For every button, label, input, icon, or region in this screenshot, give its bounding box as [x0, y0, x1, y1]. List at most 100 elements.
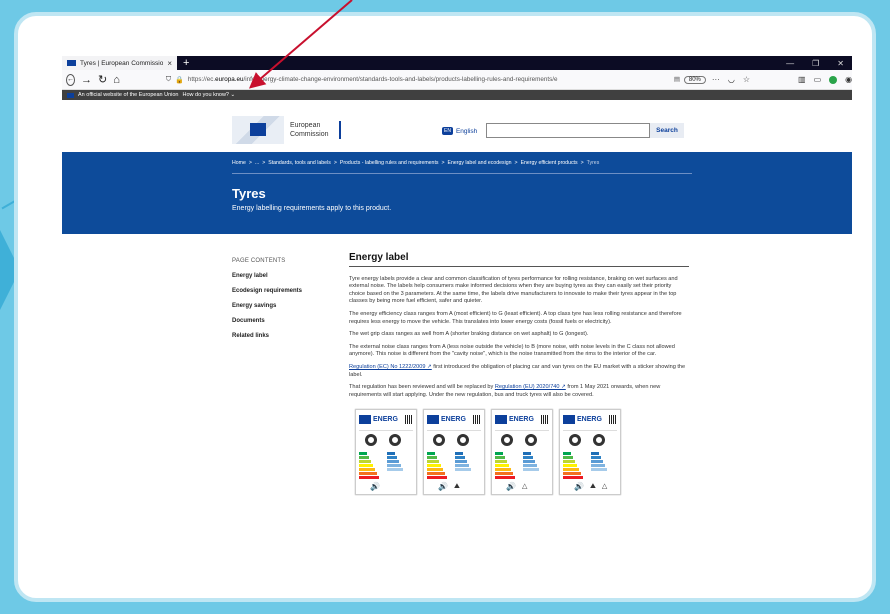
breadcrumb-efficient-products[interactable]: Energy efficient products	[521, 160, 578, 166]
bookmark-star-icon[interactable]: ☆	[743, 75, 750, 84]
energy-label-images: ENERG 🔊 ENERG 🔊 ⛰ ENERG 🔊 △ ENERG 🔊 ⛰ △	[355, 409, 689, 496]
tyre-energy-label-image: ENERG 🔊 ⛰	[423, 409, 485, 496]
speaker-noise-icon: 🔊	[438, 481, 448, 491]
how-do-you-know-link[interactable]: How do you know? ⌄	[183, 92, 236, 98]
url-text[interactable]: https://ec.europa.eu/info/energy-climate…	[188, 76, 670, 83]
label-brand: ENERG	[373, 415, 398, 423]
wet-tyre-icon	[593, 434, 605, 447]
snow-mountain-icon: ⛰	[589, 482, 596, 490]
page-title: Tyres	[232, 186, 266, 201]
speaker-noise-icon: 🔊	[574, 481, 584, 491]
breadcrumb-energy-label[interactable]: Energy label and ecodesign	[448, 160, 512, 166]
logo-line2: Commission	[290, 131, 329, 138]
speaker-noise-icon: 🔊	[370, 481, 380, 491]
nav-item-ecodesign[interactable]: Ecodesign requirements	[232, 288, 302, 294]
nav-item-related-links[interactable]: Related links	[232, 333, 302, 339]
reload-icon[interactable]: ↻	[98, 73, 107, 86]
toolbar-right: ··· ◡ ☆ ▥ ▭ ◉	[712, 75, 852, 84]
eu-flag-icon	[495, 414, 507, 424]
regulation-1222-link[interactable]: Regulation (EC) No 1222/2009 ↗	[349, 364, 432, 370]
tyre-energy-label-image: ENERG 🔊	[355, 409, 417, 496]
more-icon[interactable]: ···	[712, 75, 720, 84]
qr-code-icon	[405, 414, 413, 424]
qr-code-icon	[473, 414, 481, 424]
regulation-2020-740-link[interactable]: Regulation (EU) 2020/740 ↗	[495, 384, 566, 390]
home-icon[interactable]: ⌂	[113, 74, 120, 86]
paragraph: Regulation (EC) No 1222/2009 ↗ first int…	[349, 364, 689, 379]
nav-item-energy-savings[interactable]: Energy savings	[232, 303, 302, 309]
search-form: Search	[486, 123, 684, 138]
nav-bar: ← → ↻ ⌂ ⛉ 🔒 https://ec.europa.eu/info/en…	[62, 70, 852, 90]
breadcrumb-divider	[232, 173, 692, 174]
new-tab-button[interactable]: +	[177, 56, 195, 70]
label-brand: ENERG	[441, 415, 466, 423]
page-banner: Home > ... > Standards, tools and labels…	[62, 152, 852, 234]
account-icon[interactable]: ◉	[845, 75, 852, 84]
main-article: Energy label Tyre energy labels provide …	[349, 253, 689, 496]
wet-tyre-icon	[389, 434, 401, 447]
breadcrumb-ellipsis[interactable]: ...	[255, 160, 259, 166]
breadcrumb-sep: >	[333, 160, 337, 166]
breadcrumb-standards[interactable]: Standards, tools and labels	[268, 160, 331, 166]
extension-check-icon[interactable]	[829, 75, 838, 84]
eu-flag-icon	[67, 92, 74, 98]
url-domain: europa.eu	[215, 76, 244, 83]
site-header: European Commission EN English Search	[62, 100, 852, 152]
tab-title: Tyres | European Commission	[80, 59, 164, 67]
search-button[interactable]: Search	[650, 123, 684, 138]
url-prefix: https://ec.	[187, 76, 216, 83]
snow-mountain-icon: ⛰	[453, 482, 460, 490]
breadcrumb-sep: >	[580, 160, 584, 166]
language-selector[interactable]: EN English	[442, 127, 477, 135]
eu-official-bar: An official website of the European Unio…	[62, 90, 852, 100]
shield-icon: ⛉	[165, 75, 172, 83]
paragraph: The wet grip class ranges as well from A…	[349, 331, 589, 338]
pocket-icon[interactable]: ◡	[728, 75, 735, 84]
eu-flag-icon	[67, 60, 76, 66]
url-path: /info/energy-climate-change-environment/…	[243, 76, 558, 83]
wet-tyre-icon	[525, 434, 537, 447]
sidebar-icon[interactable]: ▭	[814, 75, 822, 84]
back-arrow-icon[interactable]: ←	[66, 73, 75, 86]
browser-window: Tyres | European Commission × + — ❐ ✕ ← …	[62, 56, 852, 576]
page-content: PAGE CONTENTS Energy label Ecodesign req…	[62, 234, 852, 574]
logo-line1: European	[290, 122, 321, 129]
breadcrumb-home[interactable]: Home	[232, 160, 246, 166]
section-title: Energy label	[349, 253, 689, 267]
tyre-icon	[569, 434, 581, 447]
tyre-energy-label-image: ENERG 🔊 △	[491, 409, 553, 496]
tab-close-icon[interactable]: ×	[167, 59, 172, 68]
search-input[interactable]	[486, 123, 650, 138]
minimize-button[interactable]: —	[786, 59, 794, 68]
window-controls: — ❐ ✕	[786, 56, 852, 70]
browser-tab[interactable]: Tyres | European Commission ×	[62, 56, 177, 70]
url-bar[interactable]: ⛉ 🔒 https://ec.europa.eu/info/energy-cli…	[166, 73, 706, 87]
breadcrumb-sep: >	[248, 160, 252, 166]
zoom-level[interactable]: 80%	[683, 75, 706, 84]
label-brand: ENERG	[509, 415, 534, 423]
eu-flag-icon	[427, 414, 439, 424]
page-contents-nav: PAGE CONTENTS Energy label Ecodesign req…	[232, 258, 302, 348]
tyre-icon	[501, 434, 513, 447]
breadcrumb: Home > ... > Standards, tools and labels…	[232, 160, 599, 166]
eu-flag-icon	[250, 123, 266, 136]
paragraph: That regulation has been reviewed and wi…	[349, 384, 689, 399]
tyre-icon	[365, 434, 377, 447]
language-label: English	[455, 127, 478, 135]
maximize-button[interactable]: ❐	[812, 59, 819, 68]
logo-text: European Commission	[290, 121, 329, 139]
breadcrumb-products[interactable]: Products - labelling rules and requireme…	[340, 160, 439, 166]
eu-flag-icon	[563, 414, 575, 424]
ec-logo[interactable]: European Commission	[232, 116, 341, 144]
nav-item-energy-label[interactable]: Energy label	[232, 273, 302, 279]
nav-item-documents[interactable]: Documents	[232, 318, 302, 324]
breadcrumb-sep: >	[262, 160, 266, 166]
ec-emblem-icon	[232, 116, 284, 144]
forward-arrow-icon[interactable]: →	[81, 74, 92, 86]
library-icon[interactable]: ▥	[798, 75, 806, 84]
reader-icon[interactable]: ▤	[674, 76, 680, 83]
ice-triangle-icon: △	[521, 482, 528, 490]
paragraph: The external noise class ranges from A (…	[349, 343, 675, 358]
close-window-button[interactable]: ✕	[837, 59, 844, 68]
ice-triangle-icon: △	[601, 482, 608, 490]
